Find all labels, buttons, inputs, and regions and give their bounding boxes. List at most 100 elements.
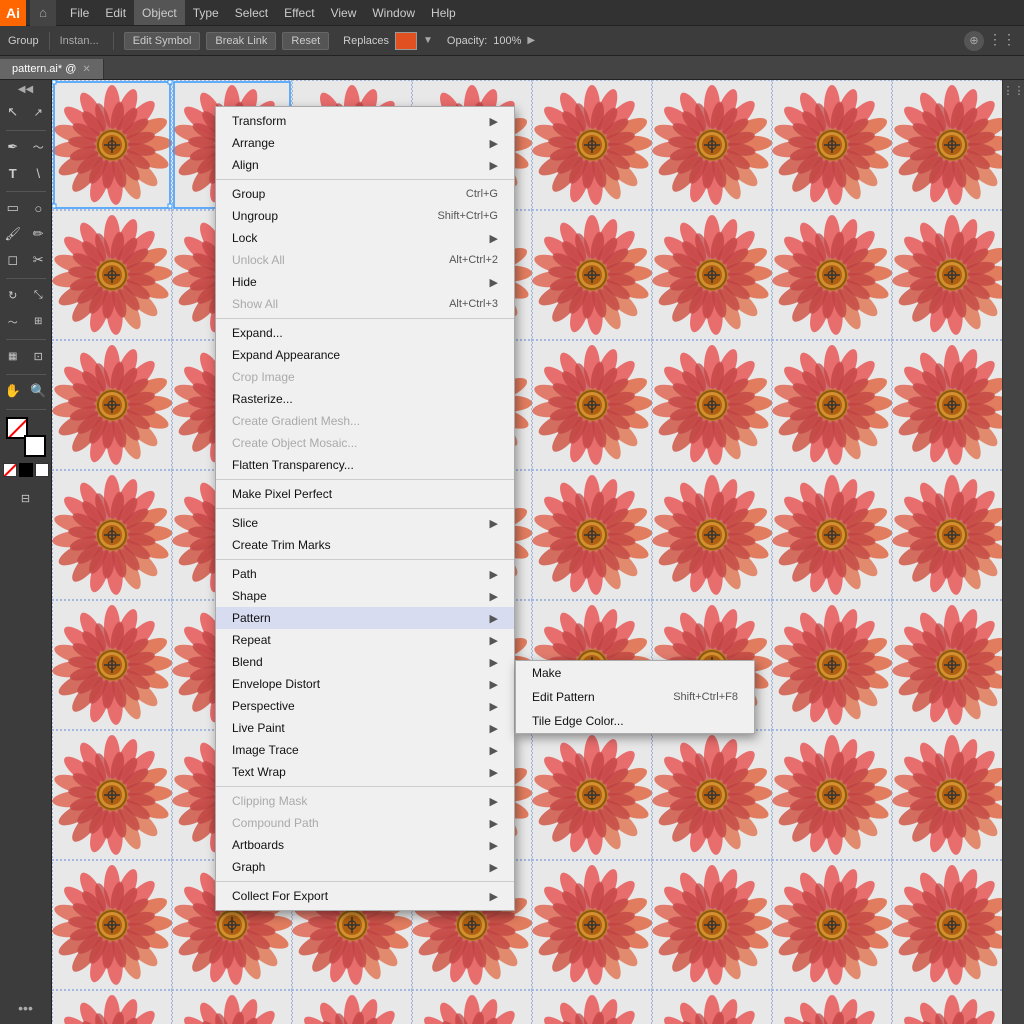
home-icon[interactable]: ⌂	[30, 0, 56, 26]
tab-close-icon[interactable]: ✕	[82, 64, 90, 75]
menu-shape[interactable]: Shape ▶	[216, 585, 514, 607]
scale-tool[interactable]: ⤡	[26, 282, 52, 308]
menu-image-trace[interactable]: Image Trace ▶	[216, 739, 514, 761]
more-tools[interactable]: •••	[18, 1000, 33, 1016]
menu-clipping-mask[interactable]: Clipping Mask ▶	[216, 790, 514, 812]
selection-tools: ↖ ↗	[0, 99, 51, 125]
paintbrush-tool[interactable]: 🖌	[0, 221, 26, 247]
menu-type[interactable]: Type	[185, 0, 227, 25]
menu-view[interactable]: View	[323, 0, 365, 25]
menu-perspective[interactable]: Perspective ▶	[216, 695, 514, 717]
menu-crop-image[interactable]: Crop Image	[216, 366, 514, 388]
menu-show-all[interactable]: Show All Alt+Ctrl+3	[216, 293, 514, 315]
chart-tool[interactable]: ▦	[0, 343, 26, 369]
menu-make-pixel-perfect[interactable]: Make Pixel Perfect	[216, 483, 514, 505]
eraser-tool[interactable]: ◻	[0, 247, 26, 273]
rotate-tool[interactable]: ↻	[0, 282, 26, 308]
menu-rasterize[interactable]: Rasterize...	[216, 388, 514, 410]
menu-create-object-mosaic[interactable]: Create Object Mosaic...	[216, 432, 514, 454]
menu-pattern[interactable]: Pattern ▶	[216, 607, 514, 629]
menu-ungroup[interactable]: Ungroup Shift+Ctrl+G	[216, 205, 514, 227]
right-panel-icon-1[interactable]: ⋮⋮	[1003, 84, 1024, 97]
chart-tools: ▦ ⊡	[0, 343, 51, 369]
document-tab[interactable]: pattern.ai* @ ✕	[0, 59, 104, 79]
white-swatch[interactable]	[35, 463, 49, 477]
menu-lock[interactable]: Lock ▶	[216, 227, 514, 249]
menu-group[interactable]: Group Ctrl+G	[216, 183, 514, 205]
menu-collect-for-export[interactable]: Collect For Export ▶	[216, 885, 514, 907]
curvature-tool[interactable]: 〜	[26, 134, 52, 160]
canvas-background	[52, 80, 1002, 1024]
direct-selection-tool[interactable]: ↗	[26, 99, 52, 125]
free-transform[interactable]: ⊞	[26, 308, 52, 334]
line-tool[interactable]: \	[26, 160, 52, 186]
menu-create-trim-marks[interactable]: Create Trim Marks	[216, 534, 514, 556]
hand-tool[interactable]: ✋	[0, 378, 26, 404]
menu-live-paint[interactable]: Live Paint ▶	[216, 717, 514, 739]
separator-4	[6, 339, 46, 340]
menu-transform[interactable]: Transform ▶	[216, 110, 514, 132]
opacity-arrow[interactable]: ▶	[527, 35, 535, 46]
type-tool[interactable]: T	[0, 160, 26, 186]
panels-icon[interactable]: ⋮⋮	[988, 31, 1016, 51]
ellipse-tool[interactable]: ○	[26, 195, 52, 221]
scissors-tool[interactable]: ✂	[26, 247, 52, 273]
menu-artboards[interactable]: Artboards ▶	[216, 834, 514, 856]
left-toolbar: ◀◀ ↖ ↗ ✒ 〜 T \ ▭ ○ 🖌	[0, 80, 52, 1024]
menu-repeat[interactable]: Repeat ▶	[216, 629, 514, 651]
pencil-tool[interactable]: ✏	[26, 221, 52, 247]
tab-bar: pattern.ai* @ ✕	[0, 56, 1024, 80]
menu-graph[interactable]: Graph ▶	[216, 856, 514, 878]
none-icon[interactable]	[3, 463, 17, 477]
opacity-label: Opacity:	[447, 35, 487, 47]
menu-file[interactable]: File	[62, 0, 97, 25]
submenu-edit-pattern[interactable]: Edit Pattern Shift+Ctrl+F8	[516, 685, 754, 709]
menu-expand[interactable]: Expand...	[216, 322, 514, 344]
pen-tool[interactable]: ✒	[0, 134, 26, 160]
rectangle-tool[interactable]: ▭	[0, 195, 26, 221]
zoom-tool[interactable]: 🔍	[26, 378, 52, 404]
stroke-box[interactable]	[24, 435, 46, 457]
menu-create-gradient-mesh[interactable]: Create Gradient Mesh...	[216, 410, 514, 432]
submenu-make[interactable]: Make	[516, 661, 754, 685]
menu-hide[interactable]: Hide ▶	[216, 271, 514, 293]
opacity-value: 100%	[493, 35, 521, 47]
tab-name: pattern.ai* @	[12, 63, 76, 75]
menu-expand-appearance[interactable]: Expand Appearance	[216, 344, 514, 366]
menu-section-7: Clipping Mask ▶ Compound Path ▶ Artboard…	[216, 787, 514, 882]
menu-text-wrap[interactable]: Text Wrap ▶	[216, 761, 514, 783]
menu-edit[interactable]: Edit	[97, 0, 134, 25]
pattern-submenu: Make Edit Pattern Shift+Ctrl+F8 Tile Edg…	[515, 660, 755, 734]
menu-slice[interactable]: Slice ▶	[216, 512, 514, 534]
toolbar-collapse[interactable]: ◀◀	[18, 84, 33, 95]
menu-flatten-transparency[interactable]: Flatten Transparency...	[216, 454, 514, 476]
menu-blend[interactable]: Blend ▶	[216, 651, 514, 673]
separator-1	[6, 130, 46, 131]
menu-arrange[interactable]: Arrange ▶	[216, 132, 514, 154]
menu-help[interactable]: Help	[423, 0, 464, 25]
menu-envelope-distort[interactable]: Envelope Distort ▶	[216, 673, 514, 695]
menu-align[interactable]: Align ▶	[216, 154, 514, 176]
artboard-tool[interactable]: ⊟	[13, 485, 39, 511]
warp-tool[interactable]: 〜	[0, 308, 26, 334]
menu-effect[interactable]: Effect	[276, 0, 322, 25]
slice-tool[interactable]: ⊡	[26, 343, 52, 369]
menu-select[interactable]: Select	[227, 0, 276, 25]
edit-symbol-button[interactable]: Edit Symbol	[124, 32, 201, 50]
main-area: ◀◀ ↖ ↗ ✒ 〜 T \ ▭ ○ 🖌	[0, 80, 1024, 1024]
reset-button[interactable]: Reset	[282, 32, 329, 50]
black-swatch[interactable]	[19, 463, 33, 477]
menu-window[interactable]: Window	[364, 0, 423, 25]
submenu-tile-edge-color[interactable]: Tile Edge Color...	[516, 709, 754, 733]
menu-compound-path[interactable]: Compound Path ▶	[216, 812, 514, 834]
color-options	[3, 463, 49, 477]
menu-path[interactable]: Path ▶	[216, 563, 514, 585]
symbol-arrow[interactable]: ▼	[423, 35, 433, 46]
menu-object[interactable]: Object	[134, 0, 185, 25]
group-label: Group	[8, 35, 39, 47]
menu-unlock-all[interactable]: Unlock All Alt+Ctrl+2	[216, 249, 514, 271]
separator-6	[6, 409, 46, 410]
globe-icon[interactable]: ⊕	[964, 31, 984, 51]
break-link-button[interactable]: Break Link	[206, 32, 276, 50]
selection-tool[interactable]: ↖	[0, 99, 26, 125]
